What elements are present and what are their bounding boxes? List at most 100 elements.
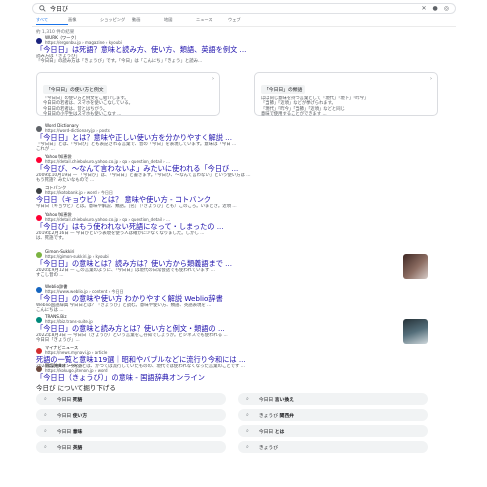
- result-site[interactable]: Yahoo!知恵袋 https://detail.chiebukuro.yaho…: [36, 212, 428, 222]
- result-title-link[interactable]: 「今日日」の意味と読み方とは？使い方と例文・類語の ...: [36, 324, 428, 333]
- related-base: 今日日: [258, 397, 274, 403]
- related-base: きょうび: [258, 413, 279, 419]
- chevron-right-icon: ›: [212, 76, 214, 82]
- mic-icon[interactable]: ●: [433, 5, 438, 12]
- chevron-right-icon: ›: [430, 76, 432, 82]
- kotobank-favicon-icon: [36, 187, 42, 194]
- result-site[interactable]: Weblio辞書 https://www.weblio.jp › content…: [36, 284, 428, 294]
- result-title-link[interactable]: 「今日日（きょうび）」の意味 - 国語辞典オンライン: [36, 373, 428, 382]
- snippet-line: もう死語？みたいなもので ...: [36, 178, 95, 184]
- site-favicon-icon: [36, 125, 42, 132]
- tab-videos[interactable]: 動画: [132, 17, 164, 25]
- result-title-link[interactable]: 「今日び、〜なんて言わないよ」みたいに使われる「今日び ...: [36, 164, 428, 173]
- related-bold: 意味: [72, 429, 83, 435]
- related-search-item[interactable]: ⌕ 今日日 言い換え: [238, 393, 428, 405]
- search-result: WURK（ワーク） https://ergonbu.jp › magazine …: [36, 35, 428, 65]
- tab-images[interactable]: 画像: [68, 17, 100, 25]
- related-search-item[interactable]: ⌕ 今日日 とは: [238, 425, 428, 437]
- result-snippet: 2019年2月16日 — 今日びという表現を使う人は確かに少なくなりました。しか…: [36, 231, 428, 242]
- search-bar[interactable]: 今日び ✕ ● ◎: [32, 3, 456, 14]
- snippet-line: これが ...: [36, 147, 55, 153]
- tab-maps[interactable]: 地図: [164, 17, 196, 25]
- result-snippet: 2022年8月3日 — 今日日（きょうび）という言葉をご存知でしょうか。ビジネス…: [36, 333, 428, 344]
- search-icon: ⌕: [246, 395, 249, 402]
- result-title-link[interactable]: 「今日日」は死語？意味と読み方、使い方、類語、英語を例文 ...: [36, 45, 428, 54]
- result-snippet: 今日日（キョウビ）とは。意味や解説、類語。［名］（「きょうひ」とも）このごろ。い…: [36, 204, 428, 209]
- tab-news[interactable]: ニュース: [196, 17, 228, 25]
- snippet-line: こんにちは ...: [36, 308, 64, 314]
- result-site[interactable]: TRANS.Biz https://biz.trans-suite.jp: [36, 314, 428, 324]
- featured-card[interactable]: 「今日日」の使い方と例文 › 「今日日」の使い方と例文をご紹介します。 今日日の…: [36, 72, 220, 117]
- search-icon: ⌕: [246, 411, 249, 418]
- related-search-item[interactable]: ⌕ きょうび 関西弁: [238, 409, 428, 421]
- tab-web[interactable]: ウェブ: [228, 17, 260, 25]
- result-snippet: 読み方は「きょうび」 「今日日」の読み方は「きょうび」です。「今日」は「こんにち…: [36, 54, 428, 65]
- card-title: 「今日日」の使い方と例文: [43, 85, 107, 94]
- search-result: Yahoo!知恵袋 https://detail.chiebukuro.yaho…: [36, 154, 428, 184]
- related-base: 今日日: [56, 413, 72, 419]
- snippet-line: 今日日（キョウビ）とは。意味や解説、類語。［名］（「きょうひ」とも）このごろ。い…: [36, 204, 237, 209]
- related-searches-title: 今日び について掘り下げる: [36, 384, 116, 392]
- card-title: 「今日日」の類語: [261, 85, 306, 94]
- result-thumbnail[interactable]: [403, 254, 428, 279]
- related-search-item[interactable]: ⌕ 今日日 死語: [36, 393, 226, 405]
- site-favicon-icon: [36, 251, 42, 258]
- snippet-line: 「今日日」の読み方は「きょうび」です。「今日」は「こんにち」「きょう」と読み..…: [36, 59, 203, 65]
- site-favicon-icon: [36, 316, 42, 323]
- result-site[interactable]: Word Dictionary https://word-dictionary.…: [36, 123, 428, 133]
- related-search-item[interactable]: ⌕ 今日日 意味: [36, 425, 226, 437]
- card-line: 今日日の小学生はスマホも使いこなす ...: [43, 111, 122, 117]
- search-icon: ⌕: [44, 411, 47, 418]
- card-body: 「今日日」の使い方と例文をご紹介します。 今日日の若者は、スマホを使いこなしてい…: [43, 96, 213, 117]
- featured-cards: 「今日日」の使い方と例文 › 「今日日」の使い方と例文をご紹介します。 今日日の…: [36, 72, 438, 122]
- weblio-favicon-icon: [36, 286, 42, 293]
- search-results-page: 今日び ✕ ● ◎ すべて 画像 ショッピング 動画 地図 ニュース ウェブ 約…: [0, 0, 487, 487]
- search-input[interactable]: 今日び: [50, 4, 421, 13]
- search-result: Word Dictionary https://word-dictionary.…: [36, 123, 428, 153]
- yahoo-favicon-icon: [36, 156, 42, 163]
- result-site[interactable]: マイナビニュース https://news.mynavi.jp › articl…: [36, 345, 428, 355]
- result-title-link[interactable]: 今日日（キョウビ）とは？ 意味や使い方 - コトバンク: [36, 195, 428, 204]
- result-site[interactable]: 国語辞典オンライン https://kokugo.jitenon.jp › wo…: [36, 363, 428, 373]
- related-search-item[interactable]: ⌕ 今日日 使い方: [36, 409, 226, 421]
- result-title-link[interactable]: 「今日び」はもう使われない死語になって・しまったの ...: [36, 222, 428, 231]
- site-favicon-icon: [36, 365, 42, 372]
- related-search-item[interactable]: ⌕ 今日日 英語: [36, 441, 226, 453]
- result-site[interactable]: コトバンク https://kotobank.jp › word › 今日日: [36, 185, 428, 195]
- clear-icon[interactable]: ✕: [421, 5, 426, 12]
- search-result: Yahoo!知恵袋 https://detail.chiebukuro.yaho…: [36, 212, 428, 242]
- snippet-line: は、死語です。: [36, 236, 67, 242]
- result-title-link[interactable]: 「今日日」の意味とは？読み方は？使い方から類義語まで ...: [36, 259, 428, 268]
- result-title-link[interactable]: 死語の一覧と意味119選｜昭和やバブルなどに流行り今和には ...: [36, 355, 428, 364]
- result-site[interactable]: WURK（ワーク） https://ergonbu.jp › magazine …: [36, 35, 428, 45]
- result-thumbnail[interactable]: [403, 319, 428, 344]
- tab-all[interactable]: すべて: [36, 17, 68, 25]
- related-base: 今日日: [56, 429, 72, 435]
- site-favicon-icon: [36, 347, 42, 354]
- snippet-line: すこし昔の ...: [36, 273, 64, 279]
- result-site[interactable]: Gimon-Sukkiri https://gimon-sukkiri.jp ›…: [36, 249, 428, 259]
- related-bold: とは: [274, 429, 285, 435]
- featured-card[interactable]: 「今日日」の類語 › ほぼ同じ意味を持つ言葉として「現代」「現下」「昨今」 「当…: [254, 72, 438, 117]
- tab-shopping[interactable]: ショッピング: [100, 17, 132, 25]
- search-result: Weblio辞書 https://www.weblio.jp › content…: [36, 284, 428, 314]
- site-favicon-icon: [36, 37, 42, 44]
- related-search-item[interactable]: ⌕ きょうび: [238, 441, 428, 453]
- search-icon: ⌕: [44, 427, 47, 434]
- snippet-line: 今日日「きょうび」...: [36, 338, 80, 344]
- result-snippet: Weblio国語辞典 今日日とは？「きょうび」と読む。意味や使い方、類語、英語表…: [36, 303, 428, 314]
- tabs-divider: [32, 26, 456, 27]
- lens-icon[interactable]: ◎: [444, 5, 449, 12]
- result-snippet: 2020年9月12日 — この言葉のように、「今日日」は現代の日常会話でも使われ…: [36, 268, 428, 279]
- search-result: TRANS.Biz https://biz.trans-suite.jp 「今日…: [36, 314, 428, 344]
- search-icon: ⌕: [44, 395, 47, 402]
- result-title-link[interactable]: 「今日日」の意味や使い方 わかりやすく解説 Weblio辞書: [36, 294, 428, 303]
- result-title-link[interactable]: 「今日日」とは？意味や正しい使い方を分かりやすく解説 ...: [36, 133, 428, 142]
- search-icon: ⌕: [246, 443, 249, 450]
- search-result: コトバンク https://kotobank.jp › word › 今日日 今…: [36, 185, 428, 209]
- search-icon: ⌕: [246, 427, 249, 434]
- result-snippet: 2009年10月19日 — 「今日び」は、「今日日」と書きます。「今日び、〜なん…: [36, 173, 428, 184]
- result-site[interactable]: Yahoo!知恵袋 https://detail.chiebukuro.yaho…: [36, 154, 428, 164]
- search-icon[interactable]: [39, 5, 46, 12]
- card-body: ほぼ同じ意味を持つ言葉として「現代」「現下」「昨今」 「当節」「近頃」などが挙げ…: [261, 96, 431, 117]
